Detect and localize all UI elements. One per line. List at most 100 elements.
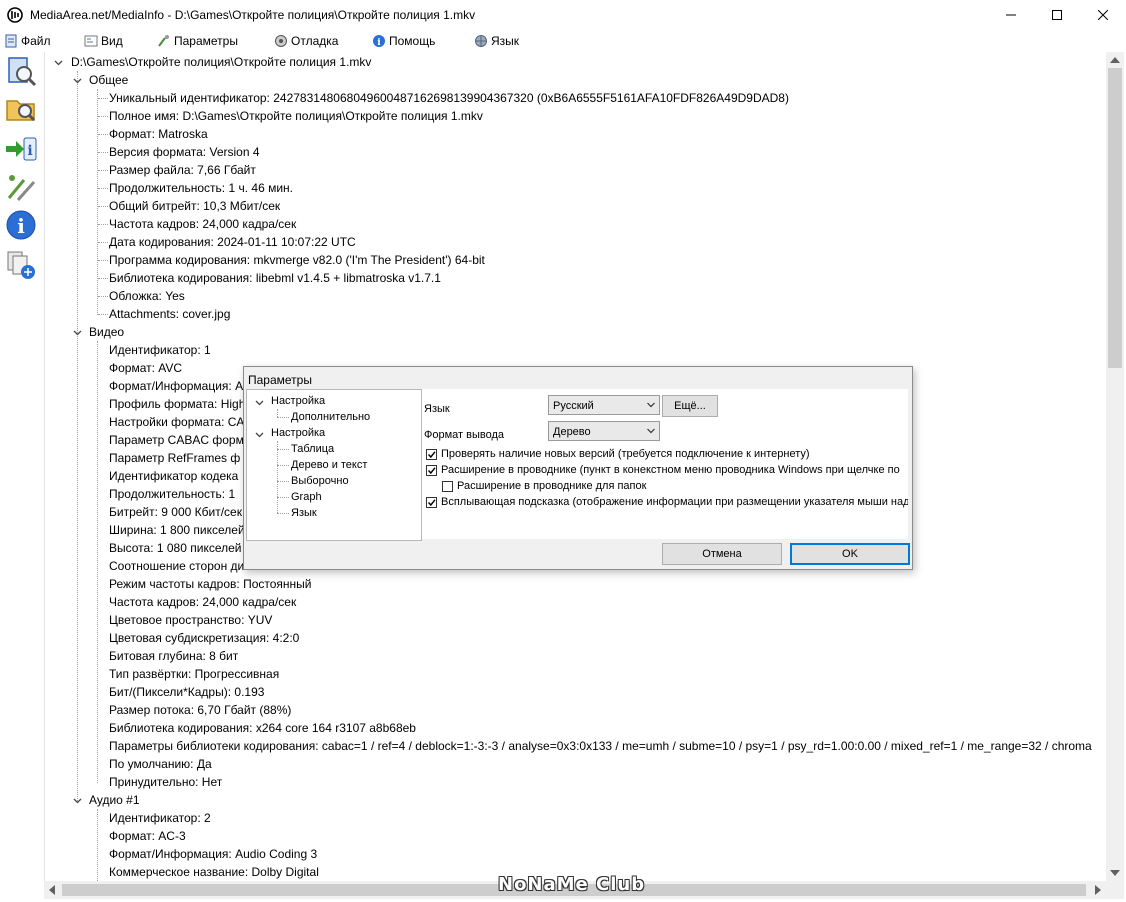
- ok-button[interactable]: OK: [790, 543, 910, 565]
- more-languages-button[interactable]: Ещё...: [662, 395, 718, 417]
- knowledge-icon[interactable]: [4, 248, 38, 282]
- tree-item[interactable]: Высота: 1 080 пикселей: [109, 539, 241, 557]
- tree-item[interactable]: Настройки формата: CA: [109, 413, 244, 431]
- chevron-down-icon[interactable]: [255, 430, 264, 439]
- menu-language[interactable]: Язык: [474, 33, 519, 49]
- tree-item[interactable]: Параметр CABAC форм: [109, 431, 244, 449]
- dialog-tree-advanced[interactable]: Дополнительно: [291, 409, 370, 425]
- chevron-down-icon[interactable]: [255, 398, 264, 407]
- menu-help[interactable]: i Помощь: [372, 33, 435, 49]
- tree-item[interactable]: Частота кадров: 24,000 кадра/сек: [109, 215, 296, 233]
- tree-section-general[interactable]: Общее: [89, 71, 128, 89]
- shell-extension-checkbox[interactable]: [426, 465, 437, 476]
- dialog-tree-language[interactable]: Язык: [291, 505, 317, 521]
- tree-item[interactable]: Дата кодирования: 2024-01-11 10:07:22 UT…: [109, 233, 356, 251]
- menu-file[interactable]: Файл: [4, 33, 51, 49]
- folder-extension-checkbox[interactable]: [442, 481, 453, 492]
- tree-item[interactable]: Цветовое пространство: YUV: [109, 611, 272, 629]
- tree-item[interactable]: Битовая глубина: 8 бит: [109, 647, 238, 665]
- tree-guide-tick: [98, 170, 108, 171]
- options-dialog: Параметры Настройка Дополнительно Настро…: [243, 366, 913, 570]
- chevron-down-icon[interactable]: [73, 76, 82, 85]
- tree-item[interactable]: Формат/Информация: A: [109, 377, 243, 395]
- dialog-tree-custom[interactable]: Выборочно: [291, 473, 349, 489]
- tree-item[interactable]: Размер файла: 7,66 Гбайт: [109, 161, 256, 179]
- tree-item[interactable]: Продолжительность: 1 ч. 46 мин.: [109, 179, 293, 197]
- chevron-down-icon[interactable]: [54, 58, 63, 67]
- scroll-down-arrow-icon[interactable]: [1110, 870, 1120, 876]
- minimize-icon: [1006, 14, 1016, 16]
- tooltip-label[interactable]: Всплывающая подсказка (отображение инфор…: [441, 496, 908, 508]
- tree-item[interactable]: Версия формата: Version 4: [109, 143, 260, 161]
- chevron-down-icon[interactable]: [73, 796, 82, 805]
- tree-item[interactable]: Частота кадров: 24,000 кадра/сек: [109, 593, 296, 611]
- vertical-scroll-thumb[interactable]: [1108, 68, 1122, 368]
- folder-extension-label[interactable]: Расширение в проводнике для папок: [457, 480, 646, 492]
- tree-item[interactable]: Битрейт: 9 000 Кбит/сек: [109, 503, 242, 521]
- tree-item[interactable]: Цветовая субдискретизация: 4:2:0: [109, 629, 299, 647]
- tree-item[interactable]: Библиотека кодирования: libebml v1.4.5 +…: [109, 269, 441, 287]
- dialog-settings-tree[interactable]: Настройка Дополнительно Настройка Таблиц…: [246, 389, 422, 541]
- tree-item[interactable]: Режим частоты кадров: Постоянный: [109, 575, 311, 593]
- scroll-left-arrow-icon[interactable]: [49, 885, 55, 895]
- tooltip-checkbox[interactable]: [426, 497, 437, 508]
- shell-extension-label[interactable]: Расширение в проводнике (пункт в конекст…: [441, 464, 900, 476]
- tree-item[interactable]: Принудительно: Нет: [109, 773, 222, 791]
- tree-item[interactable]: Обложка: Yes: [109, 287, 185, 305]
- tree-item[interactable]: Бит/(Пиксели*Кадры): 0.193: [109, 683, 264, 701]
- tree-item[interactable]: Формат: Matroska: [109, 125, 208, 143]
- tree-item[interactable]: Соотношение сторон ди: [109, 557, 244, 575]
- tree-section-audio[interactable]: Аудио #1: [89, 791, 140, 809]
- tree-item[interactable]: Параметры библиотеки кодирования: cabac=…: [109, 737, 1092, 755]
- tree-item[interactable]: Полное имя: D:\Games\Откройте полиция\От…: [109, 107, 483, 125]
- minimize-button[interactable]: [988, 0, 1034, 30]
- close-button[interactable]: [1080, 0, 1126, 30]
- open-folder-icon[interactable]: [4, 92, 38, 126]
- maximize-icon: [1052, 10, 1062, 20]
- open-file-icon[interactable]: [4, 54, 38, 88]
- check-updates-label[interactable]: Проверять наличие новых версий (требуетс…: [441, 448, 810, 460]
- tree-item[interactable]: Идентификатор кодека: [109, 467, 238, 485]
- tree-item[interactable]: Коммерческое название: Dolby Digital: [109, 863, 319, 881]
- menu-view[interactable]: Вид: [84, 33, 123, 49]
- tree-section-video[interactable]: Видео: [89, 323, 124, 341]
- check-updates-checkbox[interactable]: [426, 449, 437, 460]
- tree-item[interactable]: Общий битрейт: 10,3 Мбит/сек: [109, 197, 280, 215]
- tree-item[interactable]: Продолжительность: 1: [109, 485, 235, 503]
- dialog-tree-graph[interactable]: Graph: [291, 489, 322, 505]
- output-format-value: Дерево: [553, 426, 591, 438]
- output-format-select[interactable]: Дерево: [548, 421, 660, 441]
- tree-root-path[interactable]: D:\Games\Откройте полиция\Откройте полиц…: [71, 53, 371, 71]
- tree-item[interactable]: Тип развёртки: Прогрессивная: [109, 665, 279, 683]
- dialog-tree-group-setup[interactable]: Настройка: [271, 393, 325, 409]
- tree-item[interactable]: Параметр RefFrames ф: [109, 449, 240, 467]
- tree-item[interactable]: Идентификатор: 2: [109, 809, 211, 827]
- menu-options[interactable]: Параметры: [157, 33, 238, 49]
- dialog-tree-group-setup-2[interactable]: Настройка: [271, 425, 325, 441]
- tree-item[interactable]: Формат: AC-3: [109, 827, 186, 845]
- cancel-button[interactable]: Отмена: [662, 543, 782, 565]
- language-select[interactable]: Русский: [548, 395, 660, 415]
- scroll-up-arrow-icon[interactable]: [1110, 57, 1120, 63]
- scroll-right-arrow-icon[interactable]: [1095, 885, 1101, 895]
- chevron-down-icon[interactable]: [73, 328, 82, 337]
- tree-item[interactable]: Профиль формата: High: [109, 395, 245, 413]
- tree-item[interactable]: Библиотека кодирования: x264 core 164 r3…: [109, 719, 416, 737]
- tree-item[interactable]: Идентификатор: 1: [109, 341, 211, 359]
- tree-item[interactable]: Ширина: 1 800 пикселей: [109, 521, 245, 539]
- maximize-button[interactable]: [1034, 0, 1080, 30]
- export-icon[interactable]: i: [4, 132, 38, 166]
- about-icon[interactable]: i: [4, 208, 38, 242]
- menu-debug[interactable]: Отладка: [274, 33, 338, 49]
- dialog-tree-tree-text[interactable]: Дерево и текст: [291, 457, 367, 473]
- tree-item[interactable]: Размер потока: 6,70 Гбайт (88%): [109, 701, 291, 719]
- dialog-tree-table[interactable]: Таблица: [291, 441, 334, 457]
- tree-item[interactable]: Уникальный идентификатор: 24278314806804…: [109, 89, 789, 107]
- tree-item[interactable]: По умолчанию: Да: [109, 755, 212, 773]
- tree-item[interactable]: Формат/Информация: Audio Coding 3: [109, 845, 317, 863]
- tree-guide-tick: [277, 465, 289, 466]
- tree-item[interactable]: Формат: AVC: [109, 359, 182, 377]
- tree-item[interactable]: Программа кодирования: mkvmerge v82.0 ('…: [109, 251, 485, 269]
- preferences-icon[interactable]: [4, 170, 38, 204]
- tree-item[interactable]: Attachments: cover.jpg: [109, 305, 230, 323]
